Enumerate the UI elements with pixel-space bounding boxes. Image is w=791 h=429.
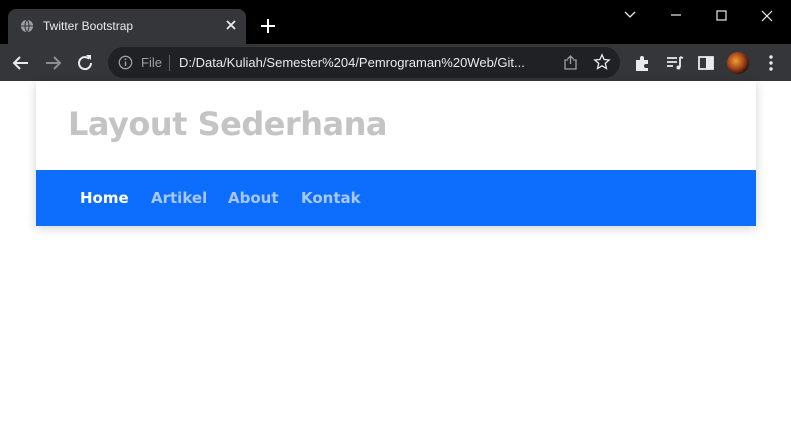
nav-link-artikel[interactable]: Artikel: [151, 189, 207, 207]
chevron-down-icon: [624, 11, 636, 18]
nav-link-kontak[interactable]: Kontak: [301, 189, 361, 207]
extensions-puzzle-icon[interactable]: [632, 52, 654, 74]
info-icon[interactable]: [118, 55, 133, 70]
maximize-icon: [716, 10, 727, 21]
minimize-button[interactable]: [654, 0, 700, 32]
tab-strip: Twitter Bootstrap: [0, 0, 791, 44]
nav-link-home[interactable]: Home: [80, 189, 129, 207]
navbar: Home Artikel About Kontak: [36, 170, 756, 226]
browser-toolbar: File D:/Data/Kuliah/Semester%204/Pemrogr…: [0, 44, 791, 81]
layout-container: Layout Sederhana Home Artikel About Kont…: [36, 81, 756, 226]
address-bar[interactable]: File D:/Data/Kuliah/Semester%204/Pemrogr…: [108, 47, 620, 78]
close-tab-icon[interactable]: [223, 17, 239, 33]
bookmark-star-icon[interactable]: [593, 53, 611, 71]
browser-tab[interactable]: Twitter Bootstrap: [8, 9, 246, 44]
back-arrow-icon[interactable]: [10, 52, 32, 74]
profile-avatar[interactable]: [727, 52, 749, 74]
maximize-button[interactable]: [700, 0, 746, 32]
nav-link-about[interactable]: About: [228, 189, 279, 207]
tab-title: Twitter Bootstrap: [43, 19, 134, 33]
close-icon: [761, 10, 773, 22]
new-tab-icon[interactable]: [258, 16, 278, 36]
side-panel-icon[interactable]: [695, 52, 717, 74]
page-viewport: Layout Sederhana Home Artikel About Kont…: [0, 81, 791, 429]
reload-icon[interactable]: [74, 52, 96, 74]
url-separator: [169, 55, 170, 71]
media-queue-icon[interactable]: [664, 52, 686, 74]
minimize-icon: [671, 14, 681, 16]
tab-search-button[interactable]: [607, 0, 653, 32]
close-window-button[interactable]: [745, 0, 791, 32]
globe-icon: [20, 19, 34, 33]
menu-kebab-icon[interactable]: [760, 52, 782, 74]
page-title: Layout Sederhana: [68, 105, 387, 143]
url-text[interactable]: D:/Data/Kuliah/Semester%204/Pemrograman%…: [179, 55, 549, 70]
share-icon[interactable]: [562, 54, 579, 71]
url-scheme-label: File: [141, 55, 162, 70]
browser-window: Twitter Bootstrap File D:/Data/Kuliah/Se…: [0, 0, 791, 429]
forward-arrow-icon[interactable]: [42, 52, 64, 74]
